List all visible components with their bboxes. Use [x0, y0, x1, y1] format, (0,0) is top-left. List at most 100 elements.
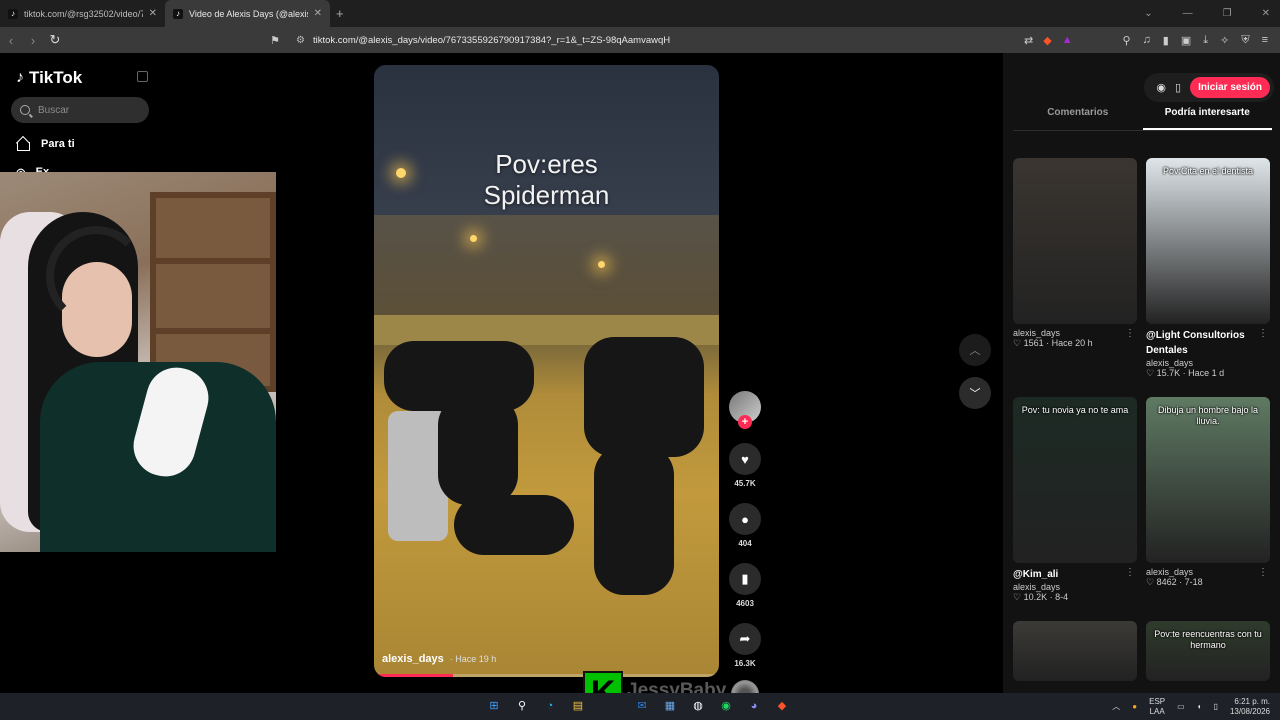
- tray-chevron-icon[interactable]: ︿: [1112, 701, 1120, 712]
- close-tab-icon[interactable]: ✕: [149, 8, 157, 19]
- wallet-icon[interactable]: ▣: [1181, 34, 1191, 47]
- sidebar-item-para-ti[interactable]: Para ti: [16, 137, 75, 151]
- browser-tab-active[interactable]: ♪ Video de Alexis Days (@alexis_d ✕: [165, 0, 330, 27]
- webcam-overlay: [0, 172, 276, 552]
- recommendation-card[interactable]: alexis_days ♡ 1561 · Hace 20 h ⋮: [1013, 158, 1137, 349]
- recommendation-card[interactable]: Pov:Cita en el dentista @Light Consultori…: [1146, 158, 1270, 379]
- battery-icon[interactable]: ▯: [1214, 702, 1218, 711]
- video-thumbnail[interactable]: Pov: tu novia ya no te ama: [1013, 397, 1137, 563]
- owner-name[interactable]: alexis_days: [382, 653, 444, 665]
- browser-toolbar: ‹ › ↻ ⚑ ⚙ tiktok.com/@alexis_days/video/…: [0, 27, 1280, 53]
- video-thumbnail[interactable]: Pov:Cita en el dentista: [1146, 158, 1270, 324]
- recommendation-card[interactable]: Pov: tu novia ya no te ama @Kim_alialexis…: [1013, 397, 1137, 603]
- recommendation-card[interactable]: [1013, 621, 1137, 681]
- video-thumbnail[interactable]: [1013, 158, 1137, 324]
- video-player[interactable]: Pov:eres Spiderman alexis_days · Hace 19…: [374, 65, 719, 677]
- outlook-icon[interactable]: ✉: [633, 697, 651, 715]
- menu-icon[interactable]: ≡: [1262, 34, 1268, 47]
- windows-start-icon[interactable]: ⊞: [485, 697, 503, 715]
- creator-avatar[interactable]: +: [729, 391, 761, 429]
- tab-search-icon[interactable]: ⌄: [1144, 8, 1152, 19]
- tab-podria-interesarte[interactable]: Podría interesarte: [1142, 107, 1272, 130]
- extensions-icon[interactable]: ⚲: [1122, 34, 1130, 47]
- search-input[interactable]: [38, 104, 138, 116]
- volume-icon[interactable]: ◖: [1197, 702, 1202, 711]
- save-button[interactable]: ▮: [729, 563, 761, 595]
- tiktok-favicon-icon: ♪: [173, 8, 183, 19]
- obs-icon[interactable]: ◍: [689, 697, 707, 715]
- card-username[interactable]: alexis_days: [1146, 567, 1270, 577]
- tab-comentarios[interactable]: Comentarios: [1013, 107, 1143, 130]
- share-button[interactable]: ➦: [729, 623, 761, 655]
- file-explorer-icon[interactable]: ▤: [569, 697, 587, 715]
- card-username[interactable]: alexis_days: [1146, 358, 1270, 368]
- address-bar[interactable]: ⚙ tiktok.com/@alexis_days/video/76733559…: [290, 29, 1010, 51]
- language-indicator[interactable]: ESP LAA: [1149, 697, 1165, 717]
- login-button[interactable]: Iniciar sesión: [1190, 77, 1270, 98]
- next-video-button[interactable]: ﹀: [959, 377, 991, 409]
- restore-icon[interactable]: ❐: [1223, 8, 1232, 19]
- previous-video-button[interactable]: ︿: [959, 334, 991, 366]
- like-button[interactable]: ♥: [729, 443, 761, 475]
- recommendation-card[interactable]: Dibuja un hombre bajo la lluvia. alexis_d…: [1146, 397, 1270, 588]
- coin-icon[interactable]: ◉: [1156, 81, 1166, 94]
- more-options-icon[interactable]: ⋮: [1258, 567, 1268, 578]
- minimize-icon[interactable]: —: [1183, 8, 1193, 19]
- microphone-icon[interactable]: ●: [1132, 702, 1137, 711]
- network-icon[interactable]: ▭: [1177, 702, 1185, 711]
- collapse-sidebar-icon[interactable]: [137, 71, 148, 82]
- video-thumbnail[interactable]: Dibuja un hombre bajo la lluvia.: [1146, 397, 1270, 563]
- sidebar-icon[interactable]: ▮: [1163, 34, 1169, 47]
- follow-plus-icon[interactable]: +: [738, 415, 752, 429]
- action-rail: + ♥ 45.7K ● 404 ▮ 4603 ➦ 16.3K: [729, 391, 761, 708]
- close-window-icon[interactable]: ✕: [1262, 8, 1270, 19]
- translate-icon[interactable]: ⇄: [1024, 34, 1033, 47]
- edge-icon[interactable]: ◔: [541, 697, 559, 715]
- comment-button[interactable]: ●: [729, 503, 761, 535]
- new-tab-button[interactable]: +: [336, 6, 344, 21]
- right-panel: ◉ ▯ Iniciar sesión Comentarios Podría in…: [1003, 53, 1280, 693]
- card-stats: ♡ 15.7K · Hace 1 d: [1146, 368, 1225, 378]
- site-info-icon[interactable]: ⚙: [296, 35, 305, 46]
- clock[interactable]: 6:21 p. m. 13/08/2026: [1230, 697, 1270, 717]
- clock-time: 6:21 p. m.: [1234, 696, 1270, 706]
- spotify-icon[interactable]: ◉: [717, 697, 735, 715]
- brave-shield-icon[interactable]: ◆: [1043, 34, 1051, 47]
- vpn-icon[interactable]: ⛨: [1241, 34, 1249, 47]
- forward-icon[interactable]: ›: [22, 33, 44, 48]
- card-username[interactable]: alexis_days: [1013, 328, 1137, 338]
- video-thumbnail[interactable]: [1013, 621, 1137, 681]
- browser-tab[interactable]: ♪ tiktok.com/@rsg32502/video/76682 ✕: [0, 0, 165, 27]
- tiktok-logo[interactable]: ♪ TikTok: [16, 68, 82, 88]
- card-caption: @Kim_ali: [1013, 569, 1059, 580]
- more-options-icon[interactable]: ⋮: [1125, 328, 1135, 339]
- search-box[interactable]: [11, 97, 149, 123]
- video-progress-fill: [374, 674, 454, 677]
- street-lamp: [598, 261, 605, 268]
- card-meta: alexis_days ♡ 8462 · 7-18 ⋮: [1146, 567, 1270, 588]
- discord-icon[interactable]: ◕: [745, 697, 763, 715]
- video-progress-bar[interactable]: [374, 674, 719, 677]
- device-icon[interactable]: ▯: [1175, 81, 1181, 94]
- more-options-icon[interactable]: ⋮: [1125, 567, 1135, 578]
- close-tab-icon[interactable]: ✕: [314, 8, 322, 19]
- reload-icon[interactable]: ↻: [44, 32, 66, 48]
- card-username[interactable]: alexis_days: [1013, 582, 1137, 592]
- store-icon[interactable]: ▦: [661, 697, 679, 715]
- person: [438, 395, 518, 505]
- search-icon[interactable]: ⚲: [513, 697, 531, 715]
- download-icon[interactable]: ⤓: [1203, 34, 1208, 47]
- media-icon[interactable]: ♫: [1143, 34, 1151, 47]
- recommendation-card[interactable]: Pov:te reencuentras con tu hermano: [1146, 621, 1270, 681]
- person: [584, 337, 704, 457]
- bookmark-icon[interactable]: ⚑: [266, 34, 284, 47]
- brave-rewards-icon[interactable]: ▲: [1062, 34, 1073, 46]
- thumbnail-overlay-text: Pov: tu novia ya no te ama: [1021, 405, 1129, 415]
- back-icon[interactable]: ‹: [0, 33, 22, 48]
- brave-icon[interactable]: ◆: [773, 697, 791, 715]
- leo-icon[interactable]: ✧: [1220, 34, 1229, 47]
- chevron-down-icon: ﹀: [969, 388, 981, 400]
- person-legs: [594, 445, 674, 595]
- more-options-icon[interactable]: ⋮: [1258, 328, 1268, 339]
- video-thumbnail[interactable]: Pov:te reencuentras con tu hermano: [1146, 621, 1270, 681]
